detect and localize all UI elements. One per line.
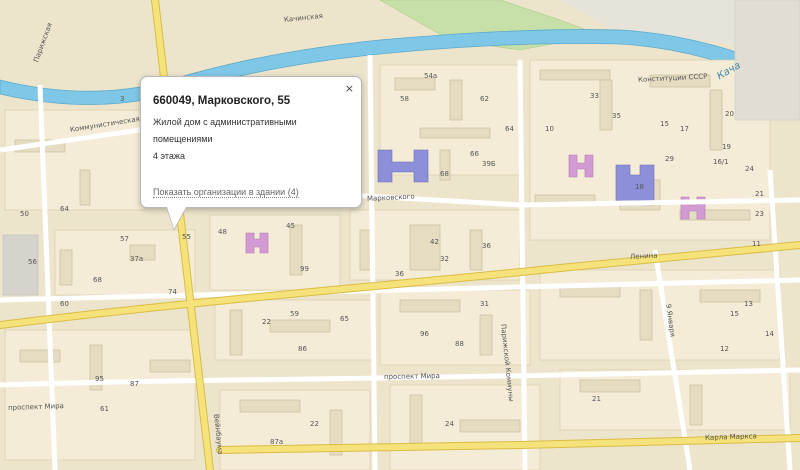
house-number: 24 — [745, 165, 754, 173]
house-number: 74 — [168, 288, 177, 296]
house-number: 31 — [480, 300, 489, 308]
house-number: 88 — [455, 340, 464, 348]
house-number: 55 — [182, 233, 191, 241]
close-icon[interactable]: × — [345, 82, 354, 95]
house-number: 22 — [310, 420, 319, 428]
house-number: 36 — [395, 270, 404, 278]
house-number: 11 — [752, 240, 761, 248]
house-number: 10 — [545, 125, 554, 133]
house-number: 17 — [680, 125, 689, 133]
house-number: 15 — [730, 310, 739, 318]
house-number: 37а — [130, 255, 144, 263]
house-number: 24 — [445, 420, 454, 428]
street-label-lenina: Ленина — [629, 251, 658, 261]
house-number: 56 — [28, 258, 37, 266]
house-number: 13 — [744, 300, 753, 308]
house-number: 95 — [95, 375, 104, 383]
house-number: 68 — [93, 276, 102, 284]
house-number: 58 — [400, 95, 409, 103]
house-number: 21 — [755, 190, 764, 198]
house-number: 20 — [725, 110, 734, 118]
popup-description: Жилой дом с административными помещениям… — [153, 114, 358, 165]
house-number: 39Б — [482, 160, 496, 168]
house-number: 59 — [290, 310, 299, 318]
house-number: 48 — [218, 228, 227, 236]
house-number: 23 — [755, 210, 764, 218]
house-number: 87а — [270, 438, 284, 446]
show-organizations-link[interactable]: Показать организации в здании (4) — [153, 187, 299, 198]
house-number: 3 — [120, 95, 125, 103]
house-number: 64 — [60, 205, 69, 213]
house-number: 21 — [592, 395, 601, 403]
building-info-popup: × 660049, Марковского, 55 Жилой дом с ад… — [140, 76, 362, 231]
house-number: 50 — [20, 210, 29, 218]
house-number: 61 — [100, 405, 109, 413]
map-canvas[interactable]: Качинская Коммунистическая Конституции С… — [0, 0, 800, 470]
house-number: 35 — [612, 112, 621, 120]
house-number: 65 — [340, 315, 349, 323]
house-number: 66 — [470, 150, 479, 158]
house-number: 96 — [420, 330, 429, 338]
house-number: 60 — [60, 300, 69, 308]
house-number: 54а — [424, 72, 438, 80]
house-number: 36 — [482, 242, 491, 250]
popup-tail — [167, 207, 186, 229]
house-number: 42 — [430, 238, 439, 246]
building-type: Жилой дом с административными помещениям… — [153, 117, 297, 144]
house-number: 22 — [262, 318, 271, 326]
house-number: 64 — [505, 125, 514, 133]
house-number: 32 — [440, 255, 449, 263]
building-floors: 4 этажа — [153, 151, 185, 161]
street-label-prospekt-mira: проспект Мира — [383, 372, 440, 381]
house-number: 86 — [298, 345, 307, 353]
house-number: 45 — [286, 222, 295, 230]
house-number: 15 — [660, 120, 669, 128]
house-number: 57 — [120, 235, 129, 243]
house-number: 68 — [440, 170, 449, 178]
house-number: 29 — [665, 155, 674, 163]
popup-address-title: 660049, Марковского, 55 — [153, 95, 291, 107]
house-number: 19 — [722, 143, 731, 151]
house-number: 18 — [635, 183, 644, 191]
house-number: 12 — [720, 345, 729, 353]
industrial-area — [734, 0, 800, 121]
house-number: 62 — [480, 95, 489, 103]
house-number: 33 — [590, 92, 599, 100]
house-number: 99 — [300, 265, 309, 273]
house-number: 87 — [130, 380, 139, 388]
house-number: 14 — [765, 330, 774, 338]
house-number: 16/1 — [713, 158, 729, 166]
